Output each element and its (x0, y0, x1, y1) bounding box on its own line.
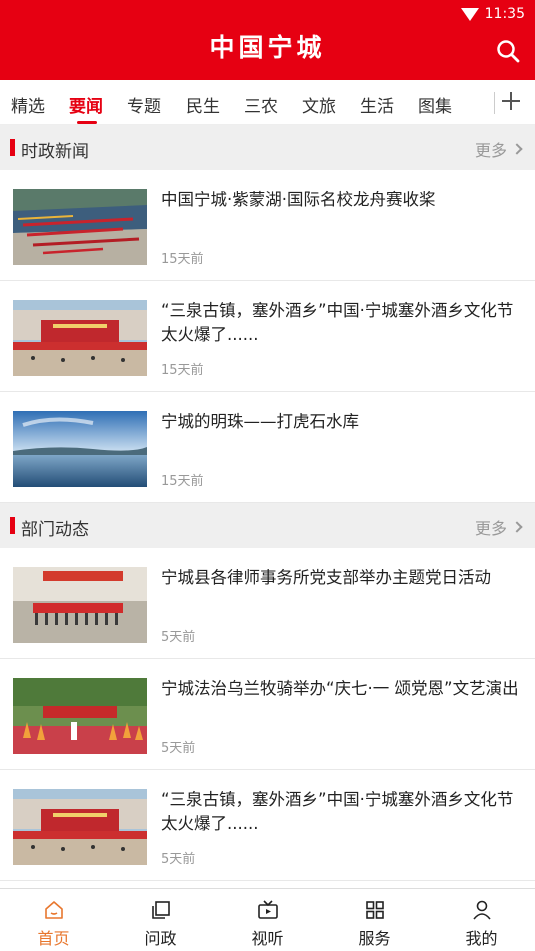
section-marker (10, 517, 15, 534)
news-time: 5天前 (161, 852, 196, 867)
app-header: 11:35 中国宁城 (0, 0, 535, 80)
section-header-news: 时政新闻 更多 (0, 125, 535, 170)
active-tab-indicator (77, 121, 97, 124)
news-title: “三泉古镇，塞外酒乡”中国·宁城塞外酒乡文化节太火爆了...... (161, 790, 514, 833)
tab-yaowen[interactable]: 要闻 (69, 92, 103, 117)
more-label: 更多 (474, 519, 507, 538)
more-link[interactable]: 更多 (474, 515, 523, 539)
section-title: 部门动态 (21, 520, 89, 540)
person-icon (473, 900, 491, 920)
news-thumbnail (13, 789, 147, 865)
nav-wenzheng[interactable]: 问政 (107, 889, 214, 951)
news-title: 宁城县各律师事务所党支部举办主题党日活动 (161, 568, 491, 587)
chevron-right-icon (511, 521, 523, 533)
news-time: 15天前 (161, 474, 204, 489)
news-time: 15天前 (161, 252, 204, 267)
home-icon (45, 901, 63, 919)
news-title: 中国宁城·紫蒙湖·国际名校龙舟赛收桨 (161, 190, 436, 209)
status-bar: 11:35 (460, 5, 525, 23)
chevron-right-icon (511, 143, 523, 155)
tab-shenghuo[interactable]: 生活 (360, 92, 394, 117)
nav-label: 我的 (465, 929, 498, 948)
tabs-divider (494, 92, 495, 114)
tab-wenlv[interactable]: 文旅 (302, 92, 336, 117)
tab-sannong[interactable]: 三农 (244, 92, 278, 117)
nav-label: 服务 (358, 929, 391, 948)
news-item[interactable]: 宁城县各律师事务所党支部举办主题党日活动 5天前 (0, 548, 535, 659)
wifi-icon (460, 7, 479, 21)
news-time: 5天前 (161, 741, 196, 756)
news-item[interactable]: 宁城法治乌兰牧骑举办“庆七·一 颂党恩”文艺演出 5天前 (0, 659, 535, 770)
nav-label: 问政 (144, 929, 177, 948)
nav-shiting[interactable]: 视听 (214, 889, 321, 951)
square-stack-icon (152, 901, 170, 919)
section-header-departments: 部门动态 更多 (0, 503, 535, 548)
news-item[interactable]: “三泉古镇，塞外酒乡”中国·宁城塞外酒乡文化节太火爆了...... 5天前 (0, 770, 535, 881)
section-marker (10, 139, 15, 156)
nav-fuwu[interactable]: 服务 (321, 889, 428, 951)
news-title: 宁城的明珠——打虎石水库 (161, 412, 359, 431)
bottom-navigation: 首页 问政 视听 服务 我的 (0, 888, 535, 951)
news-item[interactable]: 中国宁城·紫蒙湖·国际名校龙舟赛收桨 15天前 (0, 170, 535, 281)
news-title: “三泉古镇，塞外酒乡”中国·宁城塞外酒乡文化节太火爆了...... (161, 301, 514, 344)
tab-zhuanti[interactable]: 专题 (127, 92, 161, 117)
nav-wode[interactable]: 我的 (428, 889, 535, 951)
nav-home[interactable]: 首页 (0, 889, 107, 951)
news-title: 宁城法治乌兰牧骑举办“庆七·一 颂党恩”文艺演出 (161, 679, 519, 698)
more-label: 更多 (474, 141, 507, 160)
news-time: 5天前 (161, 630, 196, 645)
search-icon[interactable] (495, 38, 521, 64)
news-thumbnail (13, 411, 147, 487)
status-time: 11:35 (484, 6, 525, 22)
section-title: 时政新闻 (21, 142, 89, 162)
tab-minsheng[interactable]: 民生 (186, 92, 220, 117)
more-link[interactable]: 更多 (474, 137, 523, 161)
nav-label: 首页 (37, 929, 70, 948)
news-thumbnail (13, 189, 147, 265)
add-channel-icon[interactable] (500, 90, 522, 112)
news-thumbnail (13, 567, 147, 643)
grid-icon (366, 901, 384, 919)
app-title: 中国宁城 (209, 33, 326, 62)
tv-icon (258, 900, 278, 919)
tab-jingxuan[interactable]: 精选 (11, 92, 45, 117)
nav-label: 视听 (251, 929, 284, 948)
tab-tuji[interactable]: 图集 (418, 92, 452, 117)
news-time: 15天前 (161, 363, 204, 378)
news-thumbnail (13, 300, 147, 376)
category-tabs: 精选 要闻 专题 民生 三农 文旅 生活 图集 (0, 80, 535, 125)
news-item[interactable]: “三泉古镇，塞外酒乡”中国·宁城塞外酒乡文化节太火爆了...... 15天前 (0, 281, 535, 392)
news-item[interactable]: 宁城的明珠——打虎石水库 15天前 (0, 392, 535, 503)
news-thumbnail (13, 678, 147, 754)
